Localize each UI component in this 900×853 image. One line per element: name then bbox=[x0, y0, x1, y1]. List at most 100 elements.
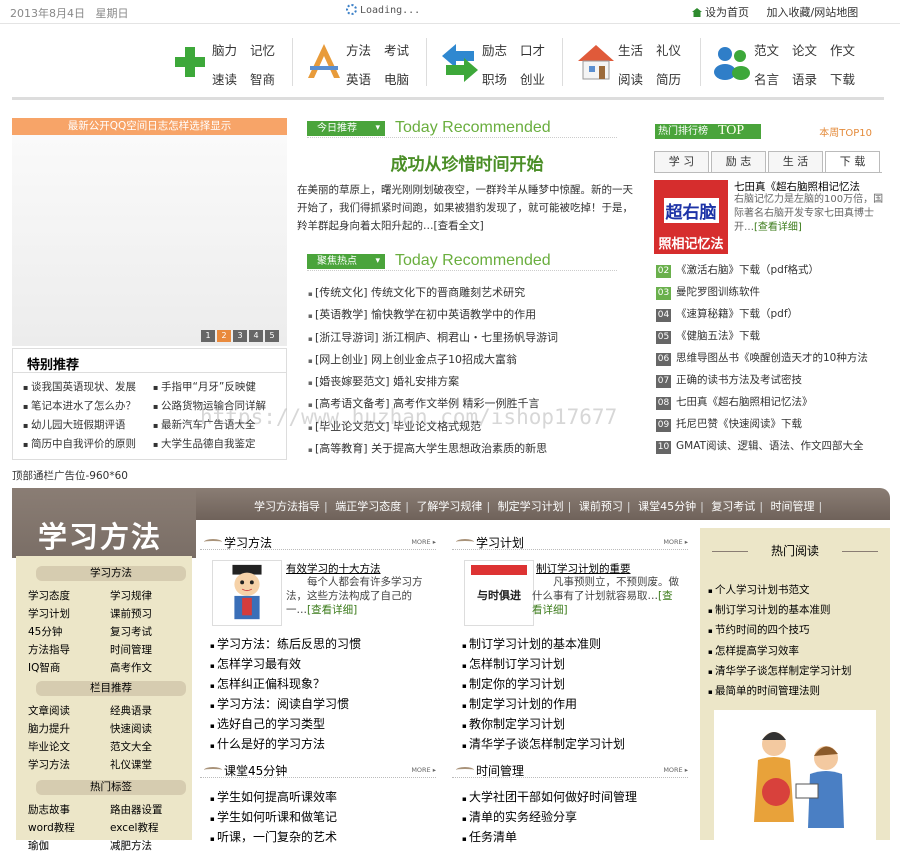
panel-title[interactable]: 学习计划 bbox=[476, 534, 524, 551]
plan-image[interactable]: 与时俱进 bbox=[464, 560, 534, 626]
rank-item[interactable]: 08 七田真《超右脑照相记忆法》 bbox=[656, 394, 886, 416]
sidebar-link[interactable]: 时间管理 bbox=[110, 642, 188, 657]
read-more-link[interactable]: [查看全文] bbox=[434, 220, 484, 232]
nav-link[interactable]: 脑力 bbox=[212, 40, 250, 59]
nav-link[interactable]: 速读 bbox=[212, 69, 250, 88]
list-item[interactable]: [浙江导游词] 浙江桐庐、桐君山・七里扬帆导游词 bbox=[308, 329, 628, 351]
book-title[interactable]: 七田真《超右脑照相记忆法 bbox=[734, 179, 860, 194]
set-home-link[interactable]: 设为首页 bbox=[705, 6, 749, 19]
rank-item[interactable]: 10 GMAT阅读、逻辑、语法、作文四部大全 bbox=[656, 438, 886, 460]
list-item[interactable]: 幼儿园大班假期评语 bbox=[23, 417, 153, 432]
teacher-student-illustration[interactable] bbox=[714, 710, 876, 840]
more-link[interactable]: MORE ▸ bbox=[663, 766, 688, 774]
slideshow-banner[interactable]: 最新公开QQ空间日志怎样选择显示 1 2 3 4 5 bbox=[12, 118, 287, 346]
sidebar-link[interactable]: 方法指导 bbox=[28, 642, 110, 657]
book-cover-image[interactable]: 超右脑 照相记忆法 bbox=[654, 180, 728, 254]
view-detail-link[interactable]: [查看详细] bbox=[307, 604, 357, 616]
sidebar-link[interactable]: 文章阅读 bbox=[28, 703, 110, 718]
nav-link[interactable]: 方法 bbox=[346, 40, 384, 59]
sidebar-link[interactable]: 学习方法 bbox=[28, 757, 110, 772]
sidebar-link[interactable]: 学习规律 bbox=[110, 588, 188, 603]
banner-caption[interactable]: 最新公开QQ空间日志怎样选择显示 bbox=[12, 118, 287, 135]
list-item[interactable]: [传统文化] 传统文化下的晋商雕刻艺术研究 bbox=[308, 284, 628, 306]
list-item[interactable]: 个人学习计划书范文 bbox=[708, 582, 851, 602]
nav-link[interactable]: 创业 bbox=[520, 69, 558, 88]
favorite-link[interactable]: 加入收藏/网站地图 bbox=[766, 6, 858, 19]
list-item[interactable]: 最简单的时间管理法则 bbox=[708, 683, 851, 703]
pager-button[interactable]: 1 bbox=[201, 330, 215, 342]
rank-item[interactable]: 03 曼陀罗图训练软件 bbox=[656, 284, 886, 306]
list-item[interactable]: 笔记本进水了怎么办？ bbox=[23, 398, 153, 413]
sidebar-link[interactable]: 45分钟 bbox=[28, 624, 110, 639]
nav-link[interactable]: 智商 bbox=[250, 69, 288, 88]
list-item[interactable]: 制定你的学习计划 bbox=[462, 675, 698, 695]
nav-link[interactable]: 英语 bbox=[346, 69, 384, 88]
list-item[interactable]: 制定学习计划的作用 bbox=[462, 695, 698, 715]
list-item[interactable]: 什么是好的学习方法 bbox=[210, 735, 446, 755]
sidebar-link[interactable]: 减肥方法 bbox=[110, 838, 188, 853]
feature-title[interactable]: 制订学习计划的重要 bbox=[536, 561, 631, 576]
list-item[interactable]: 听课，一门复杂的艺术 bbox=[210, 828, 446, 848]
panel-title[interactable]: 时间管理 bbox=[476, 762, 524, 779]
tab-study[interactable]: 学 习 bbox=[654, 151, 709, 172]
list-item[interactable]: 任务清单 bbox=[462, 828, 698, 848]
list-item[interactable]: [毕业论文范文] 毕业论文格式规范 bbox=[308, 418, 628, 440]
rank-item[interactable]: 06 思维导图丛书《唤醒创造天才的10种方法 bbox=[656, 350, 886, 372]
more-link[interactable]: MORE ▸ bbox=[411, 538, 436, 546]
nav-link[interactable]: 简历 bbox=[656, 69, 694, 88]
sidebar-link[interactable]: 脑力提升 bbox=[28, 721, 110, 736]
tab-inspire[interactable]: 励 志 bbox=[711, 151, 766, 172]
list-item[interactable]: 学生如何提高听课效率 bbox=[210, 788, 446, 808]
list-item[interactable]: 大学社团干部如何做好时间管理 bbox=[462, 788, 698, 808]
nav-link[interactable]: 励志 bbox=[482, 40, 520, 59]
nav-link[interactable]: 记忆 bbox=[250, 40, 288, 59]
section-menu-item[interactable]: 了解学习规律 bbox=[416, 500, 482, 513]
pager-button[interactable]: 3 bbox=[233, 330, 247, 342]
nav-link[interactable]: 礼仪 bbox=[656, 40, 694, 59]
list-item[interactable]: 怎样制订学习计划 bbox=[462, 655, 698, 675]
list-item[interactable]: 怎样纠正偏科现象？ bbox=[210, 675, 446, 695]
focus-tag[interactable]: 聚焦热点 bbox=[307, 254, 385, 269]
panel-title[interactable]: 学习方法 bbox=[224, 534, 272, 551]
nav-link[interactable]: 作文 bbox=[830, 40, 868, 59]
more-link[interactable]: MORE ▸ bbox=[663, 538, 688, 546]
nav-link[interactable]: 电脑 bbox=[384, 69, 422, 88]
list-item[interactable]: 简历中自我评价的原则 bbox=[23, 436, 153, 451]
list-item[interactable]: [婚丧嫁娶范文] 婚礼安排方案 bbox=[308, 373, 628, 395]
sidebar-link[interactable]: 学习计划 bbox=[28, 606, 110, 621]
nav-link[interactable]: 生活 bbox=[618, 40, 656, 59]
sidebar-link[interactable]: 高考作文 bbox=[110, 660, 188, 675]
rank-item[interactable]: 02 《激活右脑》下载（pdf格式） bbox=[656, 262, 886, 284]
sidebar-link[interactable]: 励志故事 bbox=[28, 802, 110, 817]
list-item[interactable]: 清单的实务经验分享 bbox=[462, 808, 698, 828]
sidebar-link[interactable]: 复习考试 bbox=[110, 624, 188, 639]
nav-link[interactable]: 阅读 bbox=[618, 69, 656, 88]
section-menu-item[interactable]: 时间管理 bbox=[771, 500, 815, 513]
list-item[interactable]: [英语教学] 愉快教学在初中英语教学中的作用 bbox=[308, 306, 628, 328]
nav-link[interactable]: 口才 bbox=[520, 40, 558, 59]
list-item[interactable]: [高考语文备考] 高考作文举例 精彩一例胜千言 bbox=[308, 395, 628, 417]
list-item[interactable]: 公路货物运输合同详解 bbox=[153, 398, 283, 413]
cartoon-student-image[interactable] bbox=[212, 560, 282, 626]
more-link[interactable]: MORE ▸ bbox=[411, 766, 436, 774]
list-item[interactable]: 手指甲“月牙”反映健 bbox=[153, 379, 283, 394]
section-menu-item[interactable]: 课堂45分钟 bbox=[638, 500, 696, 513]
nav-link[interactable]: 语录 bbox=[792, 69, 830, 88]
list-item[interactable]: 学习方法：阅读自学习惯 bbox=[210, 695, 446, 715]
sidebar-link[interactable]: 毕业论文 bbox=[28, 739, 110, 754]
rank-item[interactable]: 04 《速算秘籍》下载（pdf） bbox=[656, 306, 886, 328]
tab-life[interactable]: 生 活 bbox=[768, 151, 823, 172]
section-menu-item[interactable]: 端正学习态度 bbox=[335, 500, 401, 513]
pager-button[interactable]: 5 bbox=[265, 330, 279, 342]
list-item[interactable]: 谈我国英语现状、发展 bbox=[23, 379, 153, 394]
tab-download[interactable]: 下 载 bbox=[825, 151, 880, 172]
sidebar-link[interactable]: 路由器设置 bbox=[110, 802, 188, 817]
pager-button-active[interactable]: 2 bbox=[217, 330, 231, 342]
pager-button[interactable]: 4 bbox=[249, 330, 263, 342]
headline[interactable]: 成功从珍惜时间开始 bbox=[297, 150, 637, 175]
sidebar-link[interactable]: 快速阅读 bbox=[110, 721, 188, 736]
sidebar-link[interactable]: word教程 bbox=[28, 820, 110, 835]
sidebar-link[interactable]: 礼仪课堂 bbox=[110, 757, 188, 772]
sidebar-link[interactable]: 课前预习 bbox=[110, 606, 188, 621]
list-item[interactable]: 清华学子谈怎样制定学习计划 bbox=[708, 663, 852, 683]
